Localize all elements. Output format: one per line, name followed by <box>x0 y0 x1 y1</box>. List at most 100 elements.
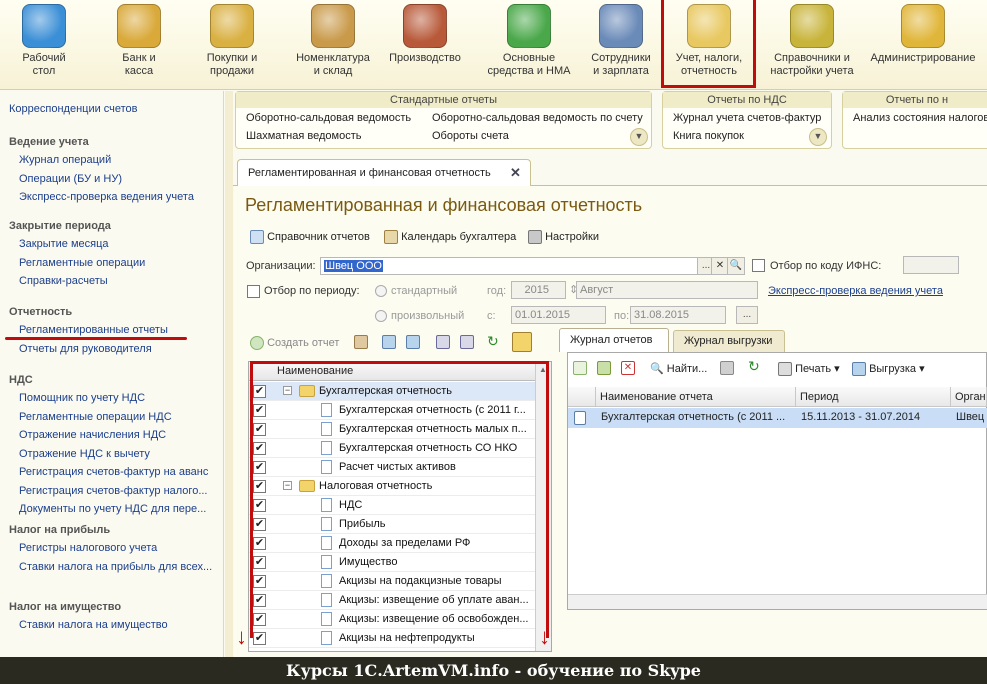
expand-panel-button[interactable]: ▼ <box>630 128 648 146</box>
nav-link[interactable]: Закрытие месяца <box>19 238 109 250</box>
navigation-panel: Корреспонденции счетов Ведение учета Журна… <box>0 91 224 657</box>
custom-period-radio[interactable] <box>375 310 387 322</box>
section-coins[interactable]: Банк и касса <box>100 2 178 78</box>
section-label: Банк и касса <box>122 52 156 77</box>
nav-link[interactable]: Ставки налога на прибыль для всех... <box>19 561 212 573</box>
row-org: Швец <box>956 411 985 423</box>
refresh-icon[interactable]: ↻ <box>748 358 760 375</box>
date-from-field[interactable]: 01.01.2015 <box>511 306 606 324</box>
nav-link[interactable]: Помощник по учету НДС <box>19 392 145 404</box>
vat-reports-title: Отчеты по НДС <box>663 92 831 108</box>
nav-link-correspondence[interactable]: Корреспонденции счетов <box>9 103 138 115</box>
month-field[interactable]: Август <box>576 281 758 299</box>
column-header-period[interactable]: Период <box>796 387 951 407</box>
search-icon[interactable]: 🔍 <box>727 257 745 275</box>
nav-link[interactable]: Справки-расчеты <box>19 275 108 287</box>
organization-field[interactable]: Швец ООО <box>320 257 698 275</box>
expand-panel-button[interactable]: ▼ <box>809 128 827 146</box>
section-toolbox[interactable]: Производство <box>380 2 470 65</box>
settings-button[interactable]: Настройки <box>528 230 599 244</box>
toolbox-icon <box>403 4 447 48</box>
ifns-code-field[interactable] <box>903 256 959 274</box>
section-label: Номенклатура и склад <box>296 52 370 77</box>
tab-reports-journal[interactable]: Журнал отчетов <box>559 328 669 352</box>
report-link[interactable]: Шахматная ведомость <box>246 130 361 142</box>
section-truck[interactable]: Покупки и продажи <box>189 2 275 78</box>
ifns-filter-checkbox[interactable] <box>752 259 765 272</box>
nav-link[interactable]: Экспресс-проверка ведения учета <box>19 191 194 203</box>
tab-upload-journal[interactable]: Журнал выгрузки <box>673 330 785 352</box>
edit-icon[interactable] <box>597 361 611 375</box>
check-report-icon[interactable] <box>406 335 420 349</box>
report-link[interactable]: Обороты счета <box>432 130 509 142</box>
coins-icon <box>117 4 161 48</box>
panel-splitter[interactable] <box>225 91 233 657</box>
close-icon[interactable]: ✕ <box>510 165 521 181</box>
highlight-frame-section <box>661 0 756 88</box>
accountant-calendar-button[interactable]: Календарь бухгалтера <box>384 230 516 244</box>
express-check-link[interactable]: Экспресс-проверка ведения учета <box>768 285 943 297</box>
date-to-field[interactable]: 31.08.2015 <box>630 306 726 324</box>
tab-label: Журнал отчетов <box>570 334 653 346</box>
printer-icon <box>778 362 792 377</box>
year-field[interactable]: 2015 <box>511 281 566 299</box>
period-filter-label: Отбор по периоду: <box>264 285 360 297</box>
report-link[interactable]: Оборотно-сальдовая ведомость <box>246 112 411 124</box>
year-label: год: <box>487 285 507 297</box>
reports-directory-button[interactable]: Справочник отчетов <box>250 230 370 244</box>
boxes-icon <box>311 4 355 48</box>
folder-view-icon[interactable] <box>512 332 532 352</box>
section-desktop-flag[interactable]: Рабочий стол <box>3 2 85 78</box>
section-worker[interactable]: Сотрудники и зарплата <box>578 2 664 78</box>
table-row[interactable]: Бухгалтерская отчетность (с 2011 ... 15.… <box>568 408 987 428</box>
report-link[interactable]: Анализ состояния налогов <box>853 112 987 124</box>
column-header-name[interactable]: Наименование отчета <box>596 387 796 407</box>
nav-link[interactable]: Отражение НДС к вычету <box>19 448 150 460</box>
arrow-down-icon: ↓ <box>539 624 550 649</box>
nav-link[interactable]: Регламентированные отчеты <box>19 324 168 336</box>
section-binders[interactable]: Справочники и настройки учета <box>762 2 862 78</box>
nav-link[interactable]: Регистры налогового учета <box>19 542 157 554</box>
column-header-org[interactable]: Орган <box>951 387 987 407</box>
nav-link[interactable]: Регламентные операции <box>19 257 145 269</box>
nav-group-title: Закрытие периода <box>9 220 111 232</box>
nav-link[interactable]: Регламентные операции НДС <box>19 411 172 423</box>
find-button[interactable]: 🔍 Найти... <box>650 362 707 375</box>
cancel-search-icon[interactable] <box>720 361 734 375</box>
period-select-button[interactable]: ... <box>736 306 758 324</box>
create-report-button[interactable]: Создать отчет <box>250 336 339 350</box>
section-label: Основные средства и НМА <box>487 52 571 77</box>
open-report-icon[interactable] <box>382 335 396 349</box>
standard-period-label: стандартный <box>391 285 458 297</box>
database-icon <box>901 4 945 48</box>
add-icon[interactable] <box>573 361 587 375</box>
report-link[interactable]: Оборотно-сальдовая ведомость по счету <box>432 112 643 124</box>
print-button[interactable]: Печать ▾ <box>778 362 840 377</box>
refresh-icon[interactable]: ↻ <box>487 333 499 350</box>
plus-icon <box>250 336 264 350</box>
tab-reg-reports[interactable]: Регламентированная и финансовая отчетнос… <box>237 159 531 187</box>
upload-button[interactable]: Выгрузка ▾ <box>852 362 925 377</box>
nav-link[interactable]: Отражение начисления НДС <box>19 429 166 441</box>
section-boxes[interactable]: Номенклатура и склад <box>283 2 383 78</box>
standard-period-radio[interactable] <box>375 285 387 297</box>
nav-link[interactable]: Отчеты для руководителя <box>19 343 152 355</box>
section-label: Администрирование <box>870 52 976 64</box>
nav-link[interactable]: Операции (БУ и НУ) <box>19 173 122 185</box>
section-factory[interactable]: Основные средства и НМА <box>477 2 581 78</box>
report-link[interactable]: Журнал учета счетов-фактур <box>673 112 821 124</box>
move-down-icon[interactable] <box>460 335 474 349</box>
nav-link[interactable]: Регистрация счетов-фактур на аванс <box>19 466 208 478</box>
report-link[interactable]: Книга покупок <box>673 130 744 142</box>
nav-link[interactable]: Документы по учету НДС для пере... <box>19 503 206 515</box>
copy-report-icon[interactable] <box>354 335 368 349</box>
section-database[interactable]: Администрирование <box>863 2 983 65</box>
nav-link[interactable]: Регистрация счетов-фактур налого... <box>19 485 207 497</box>
journal-scrollbar[interactable] <box>568 594 987 609</box>
delete-icon[interactable]: ✕ <box>621 361 635 375</box>
period-filter-checkbox[interactable] <box>247 285 260 298</box>
nav-link[interactable]: Ставки налога на имущество <box>19 619 168 631</box>
move-up-icon[interactable] <box>436 335 450 349</box>
desktop-flag-icon <box>22 4 66 48</box>
nav-link[interactable]: Журнал операций <box>19 154 111 166</box>
